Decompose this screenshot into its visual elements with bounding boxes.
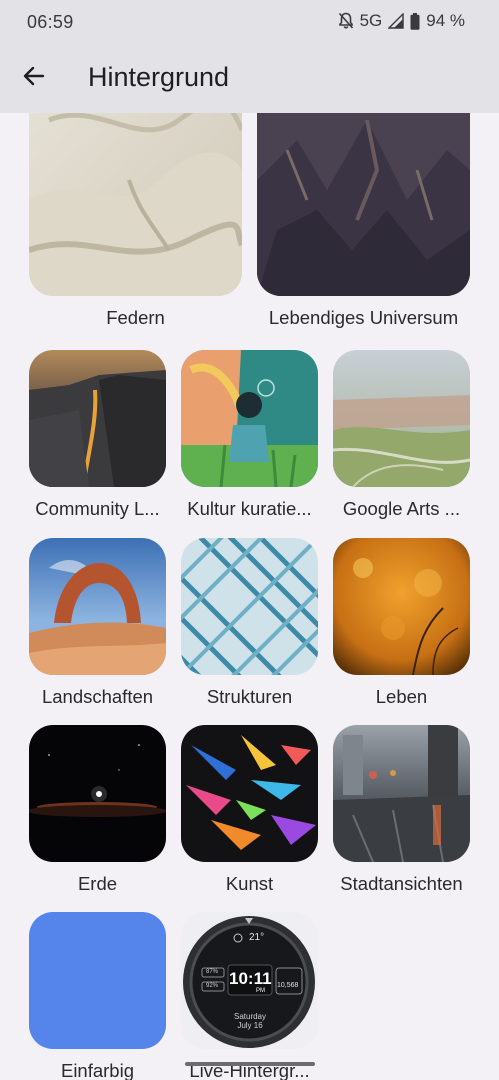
category-thumbnail [29,725,166,862]
signal-icon [388,13,404,29]
category-label: Landschaften [41,686,154,707]
category-landscapes[interactable]: Landschaften [29,538,166,713]
status-time: 06:59 [27,12,74,32]
category-label: Community L... [35,498,160,519]
category-label: Erde [77,873,118,894]
category-thumbnail [29,912,166,1049]
category-thumbnail [333,725,470,862]
category-art[interactable]: Kunst [181,725,318,900]
category-label: Lebendiges Universum [268,307,459,328]
arrow-back-icon [23,66,45,91]
status-icons: 5G 94 % [338,11,465,31]
app-bar: Hintergrund [0,44,499,113]
bell-off-icon [338,12,354,30]
watch-steps: 10,568 [277,982,299,989]
category-label: Strukturen [206,686,293,707]
wallpaper-picker-screen: 06:59 5G 94 % Hintergrund Federn Lebendi… [0,0,499,1080]
category-google-arts[interactable]: Google Arts ... [333,350,470,525]
watch-stat-2: 92% [206,983,219,989]
category-label: Leben [375,686,428,707]
category-cityscapes[interactable]: Stadtansichten [333,725,470,900]
category-label: Kunst [225,873,274,894]
category-thumbnail [333,538,470,675]
category-label: Einfarbig [60,1060,134,1080]
category-thumbnail [333,350,470,487]
category-thumbnail: 21° 10:11 PM 87% 92% 10,568 Saturday Jul… [181,912,318,1049]
category-community[interactable]: Community L... [29,350,166,525]
category-structures[interactable]: Strukturen [181,538,318,713]
category-life[interactable]: Leben [333,538,470,713]
back-button[interactable] [12,56,56,100]
category-label: Stadtansichten [340,873,463,894]
watch-stat-1: 87% [206,969,219,975]
category-label: Google Arts ... [342,498,461,519]
battery-level: 94 % [426,11,465,30]
category-solid-color[interactable]: Einfarbig [29,912,166,1080]
category-label: Kultur kuratie... [187,498,312,519]
status-bar: 06:59 5G 94 % [0,0,499,44]
category-thumbnail [181,725,318,862]
page-title: Hintergrund [88,62,230,92]
battery-icon [410,12,420,30]
category-thumbnail [29,350,166,487]
watch-day: Saturday [233,1012,267,1021]
category-culture[interactable]: Kultur kuratie... [181,350,318,525]
watch-time: 10:11 [229,969,272,988]
category-thumbnail [29,538,166,675]
watch-ampm: PM [256,988,265,994]
scroll-indicator [185,1062,315,1066]
watch-temperature: 21° [249,932,265,943]
watch-date: July 16 [237,1021,263,1030]
category-earth[interactable]: Erde [29,725,166,900]
network-type: 5G [359,11,383,30]
top-app-bar: 06:59 5G 94 % Hintergrund [0,0,499,113]
category-live-wallpaper[interactable]: 21° 10:11 PM 87% 92% 10,568 Saturday Jul… [181,912,318,1080]
category-label: Federn [106,307,165,328]
category-thumbnail [181,350,318,487]
category-thumbnail [181,538,318,675]
